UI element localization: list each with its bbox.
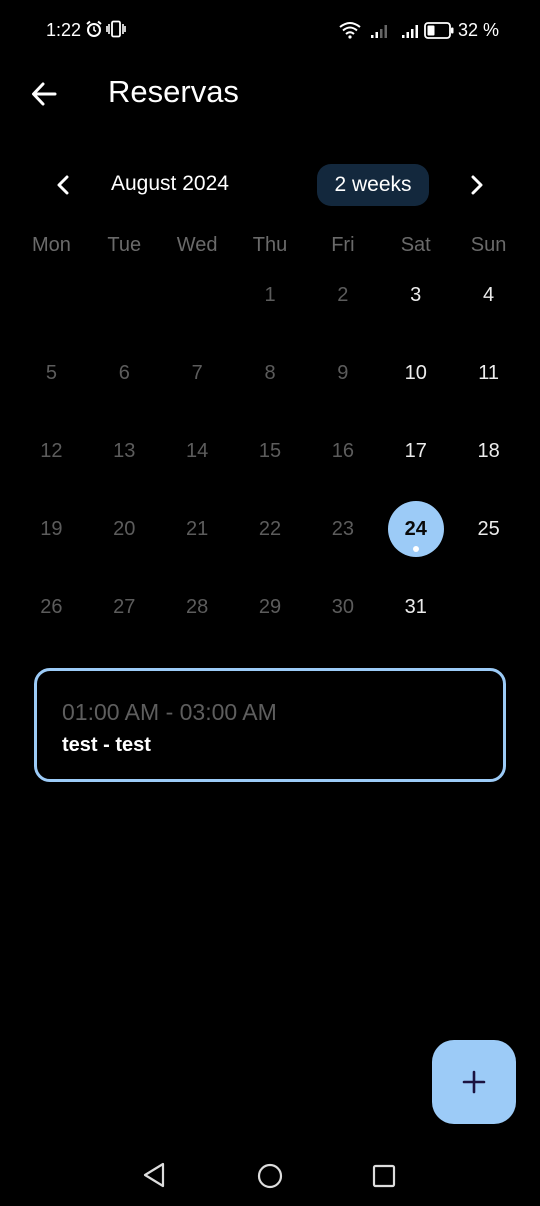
day-number: 14	[186, 439, 209, 462]
day-number: 2	[337, 283, 349, 306]
day-number: 26	[40, 595, 63, 618]
weekday-label: Sun	[470, 234, 507, 256]
day-number: 27	[113, 595, 136, 618]
weekday-label: Fri	[331, 234, 355, 256]
calendar-day[interactable]: 11	[452, 334, 525, 412]
calendar-day[interactable]: 30	[306, 568, 379, 646]
weekday-label: Thu	[252, 234, 288, 256]
day-number: 17	[404, 439, 427, 462]
calendar-day[interactable]: 12	[15, 412, 88, 490]
calendar-day[interactable]: 17	[379, 412, 452, 490]
day-number: 30	[331, 595, 354, 618]
day-number: 18	[477, 439, 500, 462]
day-number: 15	[258, 439, 282, 462]
calendar-day[interactable]: 22	[234, 490, 307, 568]
signal-icon	[371, 25, 387, 38]
calendar-day[interactable]: 14	[161, 412, 234, 490]
day-number: 23	[331, 517, 354, 540]
calendar-day[interactable]: 16	[306, 412, 379, 490]
day-number: 1	[264, 283, 276, 306]
calendar-day[interactable]: 31	[379, 568, 452, 646]
day-number: 31	[404, 595, 427, 618]
chevron-left-icon	[57, 175, 69, 195]
plus-icon	[462, 1070, 486, 1094]
calendar-day[interactable]: 8	[234, 334, 307, 412]
day-number: 25	[477, 517, 500, 540]
previous-month-button[interactable]	[46, 168, 80, 202]
selected-day-circle: 24	[387, 501, 444, 557]
calendar-day[interactable]: 29	[234, 568, 307, 646]
day-number: 10	[404, 361, 427, 384]
day-number: 19	[40, 517, 63, 540]
day-number: 11	[478, 361, 499, 384]
day-number: 16	[331, 439, 354, 462]
calendar-day[interactable]: 23	[306, 490, 379, 568]
signal-icon	[402, 25, 418, 38]
calendar-day[interactable]: 21	[161, 490, 234, 568]
day-number: 29	[258, 595, 282, 618]
day-number: 7	[191, 361, 203, 384]
day-number: 6	[118, 361, 130, 384]
weekday-label: Sat	[400, 234, 431, 256]
weekday-label: Tue	[107, 234, 142, 256]
calendar-day[interactable]: 1	[234, 256, 307, 334]
status-bar: 1:22 32 %	[0, 0, 540, 62]
day-number: 24	[404, 517, 427, 540]
event-card[interactable]: 01:00 AM - 03:00 AM test - test	[34, 668, 506, 782]
day-number: 9	[337, 361, 349, 384]
nav-back-icon[interactable]	[140, 1160, 170, 1190]
calendar-day[interactable]: 15	[234, 412, 307, 490]
alarm-icon	[86, 20, 102, 37]
calendar-day[interactable]: 5	[15, 334, 88, 412]
day-number: 4	[483, 283, 495, 306]
calendar-day[interactable]: 27	[88, 568, 161, 646]
calendar-day[interactable]: 25	[452, 490, 525, 568]
wifi-icon	[339, 22, 361, 39]
calendar-day[interactable]: 4	[452, 256, 525, 334]
battery-percentage: 32 %	[458, 20, 500, 40]
calendar-day[interactable]: 2	[306, 256, 379, 334]
back-button[interactable]	[24, 74, 64, 114]
arrow-left-icon	[32, 82, 57, 106]
next-month-button[interactable]	[460, 168, 494, 202]
weekday-label: Wed	[176, 234, 218, 256]
vibrate-icon	[106, 20, 126, 38]
calendar-day[interactable]: 20	[88, 490, 161, 568]
calendar-format-button[interactable]: 2 weeks	[317, 164, 429, 206]
calendar-day[interactable]: 10	[379, 334, 452, 412]
day-number: 5	[45, 361, 57, 384]
day-number: 12	[40, 439, 63, 462]
calendar-day-selected[interactable]: 24	[379, 490, 452, 568]
nav-recents-icon[interactable]	[371, 1163, 397, 1189]
add-reservation-button[interactable]	[432, 1040, 516, 1124]
month-label[interactable]: August 2024	[111, 172, 229, 196]
status-time: 1:22	[46, 20, 82, 40]
calendar-day[interactable]: 13	[88, 412, 161, 490]
day-number: 13	[113, 439, 136, 462]
calendar-day[interactable]: 26	[15, 568, 88, 646]
day-number: 8	[264, 361, 276, 384]
day-number: 28	[186, 595, 209, 618]
calendar-day[interactable]: 9	[306, 334, 379, 412]
calendar-day[interactable]: 7	[161, 334, 234, 412]
day-number: 20	[113, 517, 136, 540]
page-title: Reservas	[108, 74, 239, 109]
nav-home-icon[interactable]	[256, 1162, 284, 1190]
weekday-label: Mon	[31, 234, 71, 256]
calendar-day[interactable]: 28	[161, 568, 234, 646]
battery-icon	[424, 22, 454, 39]
event-title: test - test	[62, 734, 151, 756]
day-number: 22	[258, 517, 282, 540]
calendar-day[interactable]: 6	[88, 334, 161, 412]
event-time: 01:00 AM - 03:00 AM	[62, 699, 277, 725]
calendar-day[interactable]: 3	[379, 256, 452, 334]
calendar-day[interactable]: 18	[452, 412, 525, 490]
event-marker-dot	[412, 546, 419, 552]
day-number: 3	[410, 283, 422, 306]
chevron-right-icon	[471, 175, 483, 195]
day-number: 21	[186, 517, 209, 540]
calendar-day[interactable]: 19	[15, 490, 88, 568]
